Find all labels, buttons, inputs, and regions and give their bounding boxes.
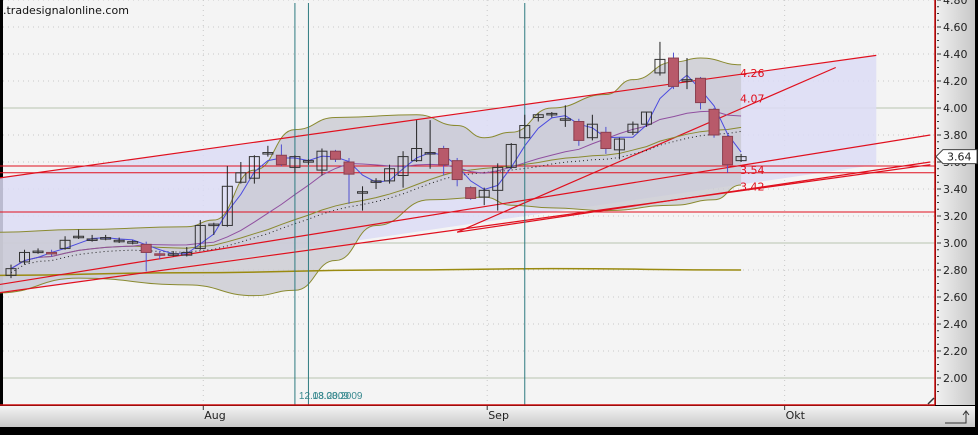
level-label: 3.42 [740, 180, 765, 193]
candle-body [465, 187, 477, 199]
candle-body [140, 243, 152, 253]
candle-body [329, 150, 341, 160]
chart-window: 12.08.2009 13.08.2009 4.26 4.07 3.54 3.42 2.00… [0, 0, 978, 435]
watermark: .tradesignalonline.com [3, 4, 129, 17]
candle [708, 108, 720, 138]
price-axis-label: 2.60 [943, 291, 968, 304]
last-price-label: 3.64 [947, 151, 972, 164]
price-axis-label: 2.80 [943, 264, 968, 277]
price-axis-label: 4.20 [943, 75, 968, 88]
price-axis-label: 3.00 [943, 237, 968, 250]
candle-body [438, 148, 450, 166]
candle-body [573, 121, 585, 141]
price-axis-label: 4.00 [943, 102, 968, 115]
level-label: 4.07 [740, 93, 765, 106]
time-axis-label: Okt [786, 409, 806, 422]
candle [667, 52, 679, 90]
time-axis-label: Sep [488, 409, 509, 422]
price-axis-label: 4.40 [943, 48, 968, 61]
candle-body [695, 77, 707, 104]
bottom-border [0, 427, 978, 435]
price-axis-label: 4.60 [943, 21, 968, 34]
price-axis-label: 3.80 [943, 129, 968, 142]
price-axis-label: 2.00 [943, 372, 968, 385]
time-axis-label: Aug [204, 409, 225, 422]
candle-body [600, 131, 612, 150]
candle-body [451, 160, 463, 181]
candle [465, 186, 477, 200]
price-chart[interactable]: 12.08.200913.08.20094.264.073.543.422.00… [0, 0, 978, 435]
candle-body [722, 135, 734, 166]
candle-body [275, 154, 287, 166]
price-axis-label: 2.20 [943, 345, 968, 358]
price-axis-label: 3.20 [943, 210, 968, 223]
candle-body [708, 108, 720, 136]
candle-body [46, 251, 58, 255]
candle-body [154, 253, 166, 256]
level-label: 4.26 [740, 67, 765, 80]
candle-body [343, 161, 355, 175]
price-axis-label: 2.40 [943, 318, 968, 331]
price-axis-label: 4.80 [943, 0, 968, 7]
vertical-marker-label: 13.08.2009 [312, 391, 362, 402]
level-label: 3.54 [740, 164, 765, 177]
candle-body [667, 57, 679, 87]
price-axis-label: 3.40 [943, 183, 968, 196]
